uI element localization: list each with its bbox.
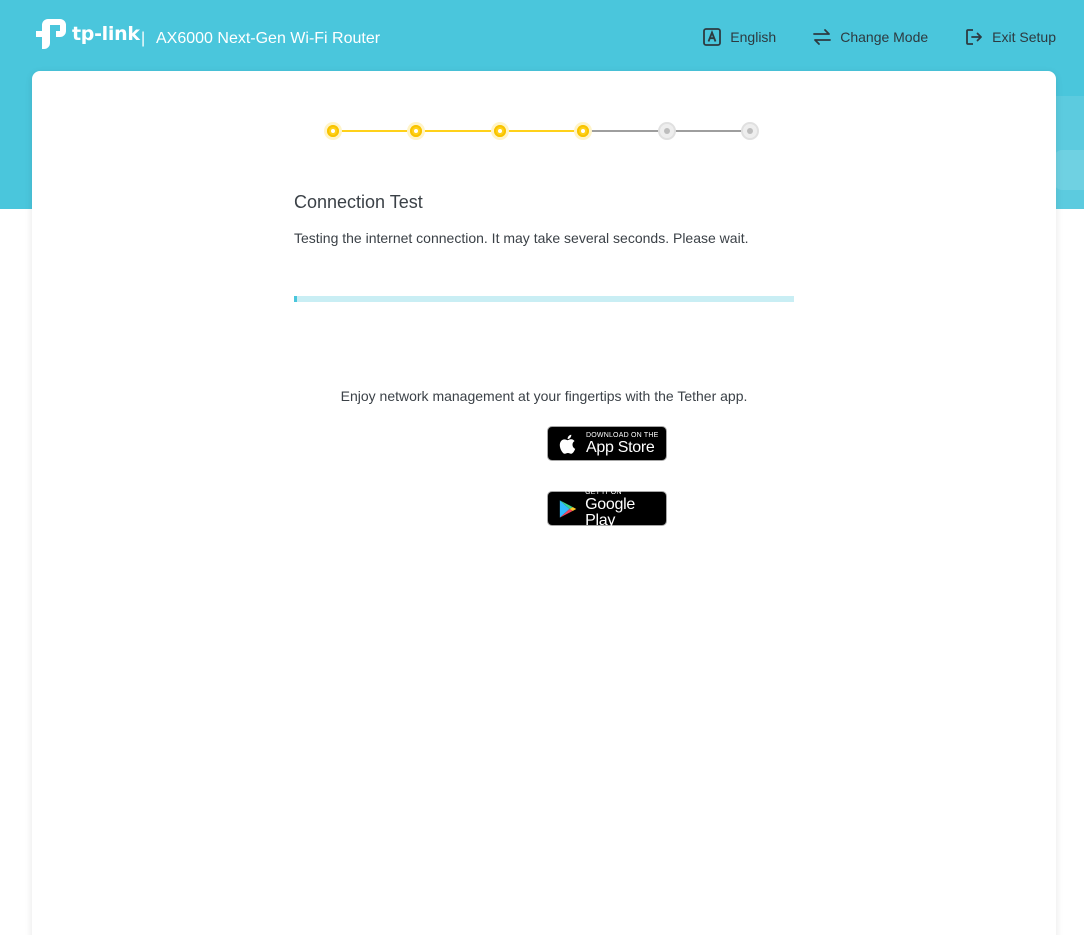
app-store-badge[interactable]: DOWNLOAD ON THE App Store xyxy=(547,426,667,461)
language-icon xyxy=(703,28,722,46)
header-actions: English Change Mode Exit Setup xyxy=(702,27,1056,47)
app-store-big-label: App Store xyxy=(586,438,655,456)
stepper-step-4 xyxy=(574,122,593,140)
setup-card xyxy=(32,71,1056,935)
page-title: Connection Test xyxy=(294,192,423,212)
exit-icon xyxy=(966,29,983,45)
tp-link-logo-icon xyxy=(36,19,66,49)
google-play-big-label: Google Play xyxy=(585,495,635,529)
stepper-step-2 xyxy=(407,122,426,140)
progress-fill xyxy=(294,296,297,302)
stepper-step-5 xyxy=(657,122,676,140)
connection-test-description: Testing the internet connection. It may … xyxy=(294,230,749,246)
product-name: AX6000 Next-Gen Wi-Fi Router xyxy=(156,30,381,47)
stepper-connector xyxy=(583,130,667,132)
stepper-connector xyxy=(333,130,417,132)
stepper-connector xyxy=(499,130,584,132)
switch-arrows-icon xyxy=(813,29,832,45)
stepper-connector xyxy=(666,130,750,132)
app-store-text: DOWNLOAD ON THE App Store xyxy=(586,432,659,456)
google-play-badge[interactable]: GET IT ON Google Play xyxy=(547,489,667,529)
google-play-text: GET IT ON Google Play xyxy=(585,489,666,529)
change-mode-label: Change Mode xyxy=(840,29,929,45)
logo-text: tp-link xyxy=(72,23,140,45)
top-bar: tp-link | AX6000 Next-Gen Wi-Fi Router E… xyxy=(0,0,1084,72)
google-play-icon xyxy=(559,499,577,518)
tether-promo-text: Enjoy network management at your fingert… xyxy=(340,388,748,404)
stepper-step-1 xyxy=(324,122,342,140)
language-label: English xyxy=(730,29,777,45)
apple-icon xyxy=(559,434,576,454)
stepper-connector xyxy=(416,130,500,132)
header-decoration xyxy=(1054,150,1084,190)
stepper-step-3 xyxy=(490,122,509,140)
exit-setup-button[interactable]: Exit Setup xyxy=(964,27,1056,47)
language-button[interactable]: English xyxy=(702,27,776,47)
change-mode-button[interactable]: Change Mode xyxy=(812,27,928,47)
wizard-stepper xyxy=(324,120,764,142)
connection-progress-bar xyxy=(294,296,794,302)
stepper-step-6 xyxy=(741,122,759,140)
brand-divider: | xyxy=(141,30,146,47)
exit-setup-label: Exit Setup xyxy=(992,29,1056,45)
tp-link-logo: tp-link xyxy=(32,16,140,52)
